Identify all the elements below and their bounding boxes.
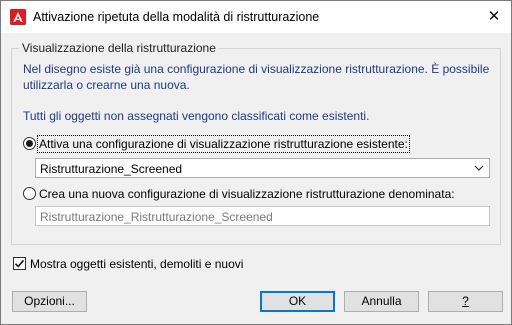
existing-config-value: Ristrutturazione_Screened bbox=[40, 162, 183, 176]
dialog-window: Attivazione ripetuta della modalità di r… bbox=[0, 0, 512, 325]
new-config-name-value: Ristrutturazione_Ristrutturazione_Screen… bbox=[40, 210, 273, 224]
checkmark-icon bbox=[14, 259, 25, 268]
group-legend: Visualizzazione della ristrutturazione bbox=[19, 41, 219, 55]
title-bar[interactable]: Attivazione ripetuta della modalità di r… bbox=[1, 1, 511, 33]
new-config-name-field[interactable]: Ristrutturazione_Ristrutturazione_Screen… bbox=[35, 206, 490, 226]
radio-existing-config[interactable] bbox=[23, 137, 36, 150]
cancel-button[interactable]: Annulla bbox=[344, 291, 419, 312]
autocad-a-icon bbox=[10, 9, 26, 25]
radio-new-config[interactable] bbox=[23, 187, 36, 200]
radio-existing-config-label[interactable]: Attiva una configurazione di visualizzaz… bbox=[37, 135, 410, 153]
radio-new-config-label[interactable]: Crea una nuova configurazione di visuali… bbox=[39, 187, 455, 201]
ok-button[interactable]: OK bbox=[260, 291, 335, 312]
help-label: ? bbox=[462, 294, 469, 308]
show-objects-label[interactable]: Mostra oggetti esistenti, demoliti e nuo… bbox=[30, 257, 243, 271]
help-button[interactable]: ? bbox=[428, 291, 503, 312]
options-button[interactable]: Opzioni... bbox=[12, 291, 87, 312]
description-text: Nel disegno esiste già una configurazion… bbox=[23, 62, 490, 92]
existing-config-select[interactable]: Ristrutturazione_Screened bbox=[35, 158, 490, 178]
window-title: Attivazione ripetuta della modalità di r… bbox=[33, 10, 320, 24]
info-text: Tutti gli oggetti non assegnati vengono … bbox=[23, 109, 370, 123]
close-icon: ✕ bbox=[487, 8, 501, 25]
chevron-down-icon bbox=[474, 165, 484, 171]
show-objects-checkbox[interactable] bbox=[13, 257, 26, 270]
close-button[interactable]: ✕ bbox=[481, 5, 507, 29]
